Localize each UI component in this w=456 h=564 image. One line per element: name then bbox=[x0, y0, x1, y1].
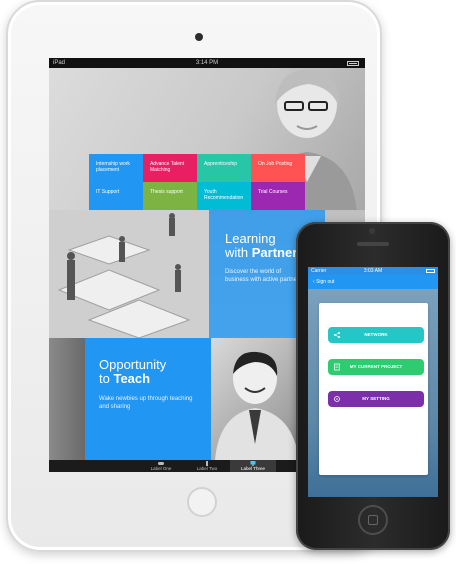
iphone-status-bar: Carrier 3:03 AM bbox=[308, 267, 438, 275]
ipad-home-button[interactable] bbox=[187, 487, 217, 517]
learning-description: Discover the world of business with acti… bbox=[225, 269, 303, 283]
iphone-speaker bbox=[357, 242, 389, 246]
tab-label-three-text: Label Three bbox=[241, 466, 265, 471]
maze-illustration bbox=[49, 210, 209, 338]
iphone-clock: 3:03 AM bbox=[363, 268, 383, 274]
tile-youth-recommendation[interactable]: Youth Recommendation bbox=[197, 182, 251, 210]
tile-it-support[interactable]: IT Support bbox=[89, 182, 143, 210]
iphone-nav-bar: ‹ Sign out bbox=[308, 275, 438, 289]
teach-title: Opportunity to Teach bbox=[99, 357, 167, 386]
iphone-screen: Carrier 3:03 AM ‹ Sign out NETWORK MY CU… bbox=[308, 267, 438, 497]
battery-icon bbox=[426, 269, 435, 273]
my-setting-button[interactable]: MY SETTING bbox=[328, 391, 424, 407]
program-tile-grid: Internship work placement Advance Talent… bbox=[89, 154, 305, 210]
tab-label-one-text: Label One bbox=[150, 466, 172, 471]
network-button[interactable]: NETWORK bbox=[328, 327, 424, 343]
ipad-status-bar: iPad 3:14 PM bbox=[49, 58, 365, 68]
settings-icon bbox=[334, 396, 340, 402]
hero-banner: Internship work placement Advance Talent… bbox=[49, 68, 365, 210]
tile-talent-matching[interactable]: Advance Talent Matching bbox=[143, 154, 197, 182]
ipad-camera bbox=[195, 33, 203, 41]
document-icon bbox=[334, 363, 340, 371]
ipad-clock: 3:14 PM bbox=[195, 60, 219, 66]
tile-apprenticeship[interactable]: Apprenticeship bbox=[197, 154, 251, 182]
iphone-camera bbox=[369, 228, 375, 234]
tile-trial-courses[interactable]: Trial Courses bbox=[251, 182, 305, 210]
tab-label-three[interactable]: Label Three bbox=[230, 460, 276, 472]
current-project-button[interactable]: MY CURRENT PROJECT bbox=[328, 359, 424, 375]
share-icon bbox=[334, 332, 340, 338]
tile-thesis-support[interactable]: Thesis support bbox=[143, 182, 197, 210]
tab-label-one[interactable]: Label One bbox=[138, 460, 184, 472]
learning-title: Learning with Partners bbox=[225, 231, 305, 260]
tile-internship[interactable]: Internship work placement bbox=[89, 154, 143, 182]
menu-card: NETWORK MY CURRENT PROJECT MY SETTING bbox=[319, 303, 428, 475]
sign-out-link[interactable]: ‹ Sign out bbox=[313, 275, 334, 289]
battery-icon bbox=[347, 61, 359, 66]
teach-description: Wake newbies up through teaching and sha… bbox=[99, 396, 193, 410]
tab-label-two[interactable]: Label Two bbox=[184, 460, 230, 472]
teach-background-left bbox=[49, 338, 85, 460]
iphone-device: Carrier 3:03 AM ‹ Sign out NETWORK MY CU… bbox=[296, 222, 450, 550]
iphone-home-button[interactable] bbox=[358, 505, 388, 535]
tab-label-two-text: Label Two bbox=[196, 466, 218, 471]
tile-job-posting[interactable]: On Job Posting bbox=[251, 154, 305, 182]
